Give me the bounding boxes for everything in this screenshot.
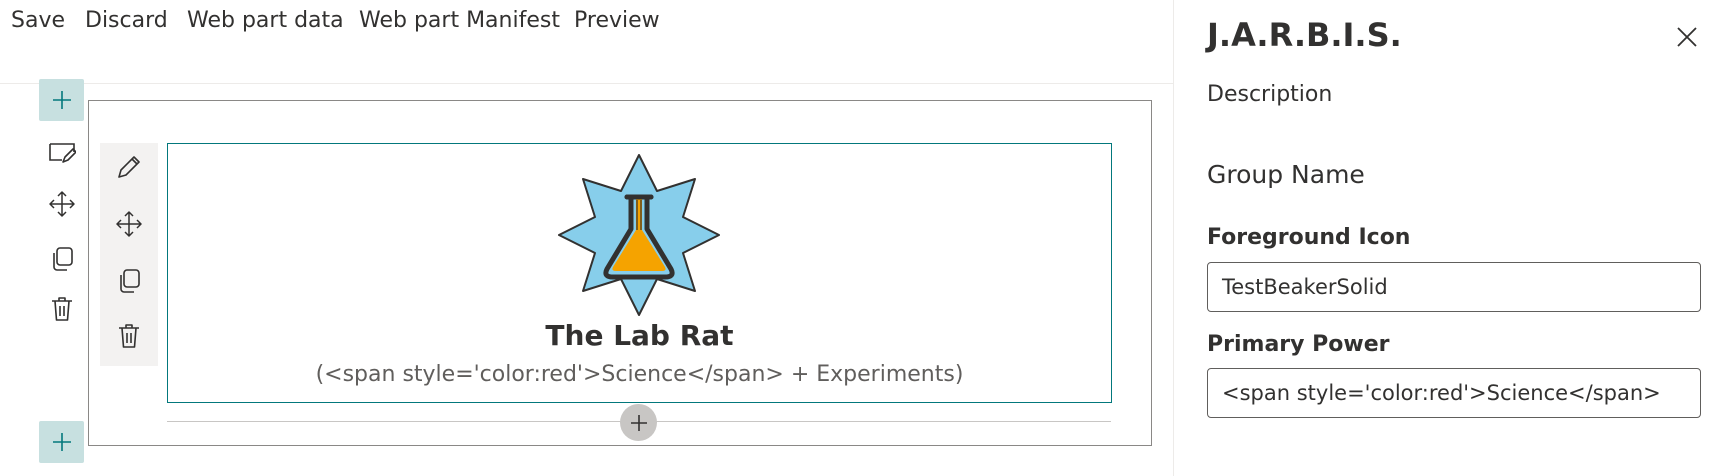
command-bar: Save Discard Web part data Web part Mani… — [0, 0, 1174, 84]
edit-section-icon — [49, 143, 76, 163]
add-section-bottom-button[interactable] — [39, 421, 84, 463]
move-icon — [49, 191, 75, 217]
test-beaker-solid-icon — [558, 154, 720, 316]
duplicate-web-part-button[interactable] — [114, 266, 144, 296]
discard-button[interactable]: Discard — [85, 8, 168, 33]
duplicate-section-button[interactable] — [47, 244, 77, 274]
pencil-icon — [118, 156, 140, 178]
property-pane-description: Description — [1207, 82, 1333, 107]
add-web-part-button[interactable] — [620, 404, 657, 441]
plus-icon — [52, 433, 71, 451]
group-name-heading: Group Name — [1207, 160, 1365, 189]
edit-section-button[interactable] — [47, 138, 77, 168]
trash-icon — [52, 297, 72, 321]
primary-power-label: Primary Power — [1207, 332, 1390, 357]
web-part-data-button[interactable]: Web part data — [187, 8, 344, 33]
delete-section-button[interactable] — [47, 294, 77, 324]
plus-icon — [52, 91, 71, 109]
web-part-manifest-button[interactable]: Web part Manifest — [359, 8, 560, 33]
hero-web-part[interactable]: The Lab Rat (<span style='color:red'>Sci… — [167, 143, 1112, 403]
move-icon — [116, 211, 142, 237]
move-section-button[interactable] — [47, 189, 77, 219]
foreground-icon-label: Foreground Icon — [1207, 225, 1411, 250]
save-button[interactable]: Save — [11, 8, 65, 33]
edit-web-part-button[interactable] — [114, 152, 144, 182]
primary-power-input[interactable]: <span style='color:red'>Science</span> — [1207, 368, 1701, 418]
close-pane-button[interactable] — [1672, 22, 1702, 52]
preview-button[interactable]: Preview — [574, 8, 660, 33]
foreground-icon-input[interactable]: TestBeakerSolid — [1207, 262, 1701, 312]
property-pane-title: J.A.R.B.I.S. — [1207, 16, 1402, 54]
copy-icon — [53, 247, 73, 271]
property-pane: J.A.R.B.I.S. Description Group Name Fore… — [1173, 0, 1710, 476]
trash-icon — [119, 324, 139, 348]
move-web-part-button[interactable] — [114, 209, 144, 239]
delete-web-part-button[interactable] — [114, 321, 144, 351]
add-section-top-button[interactable] — [39, 79, 84, 121]
web-part-title: The Lab Rat — [545, 319, 734, 352]
web-part-subtitle: (<span style='color:red'>Science</span> … — [315, 362, 964, 387]
plus-icon — [630, 414, 647, 431]
close-icon — [1677, 27, 1697, 47]
copy-icon — [120, 269, 140, 293]
